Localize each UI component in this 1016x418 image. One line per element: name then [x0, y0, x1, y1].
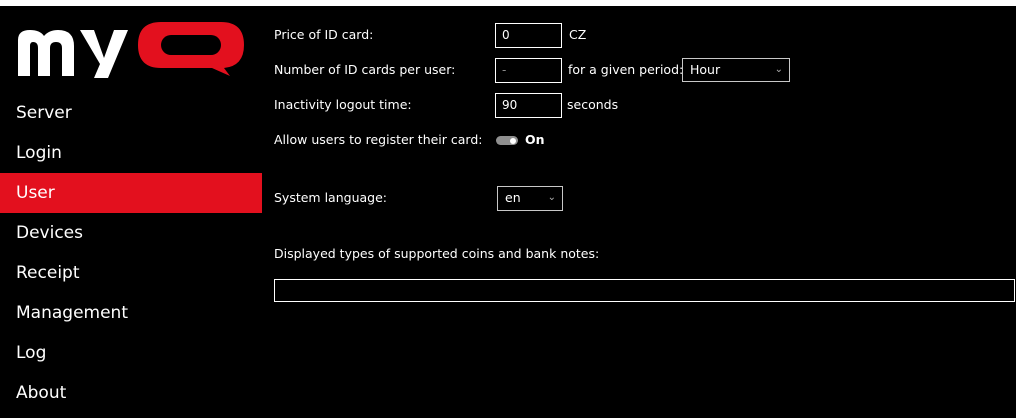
sidebar-item-user[interactable]: User — [0, 173, 262, 213]
coin-types-input[interactable] — [274, 279, 1015, 302]
coin-types-label: Displayed types of supported coins and b… — [274, 246, 600, 261]
system-language-select[interactable]: en ⌄ — [497, 186, 563, 211]
sidebar-item-management[interactable]: Management — [0, 293, 262, 333]
sidebar-item-about[interactable]: About — [0, 373, 262, 413]
chevron-down-icon: ⌄ — [774, 64, 783, 75]
price-id-card-row: Price of ID card: 0 CZ — [274, 23, 674, 48]
inactivity-logout-row: Inactivity logout time: 90 seconds — [274, 93, 674, 118]
app-window: Server Login User Devices Receipt Manage… — [0, 6, 1016, 418]
system-language-row: System language: en ⌄ — [274, 186, 674, 211]
period-select[interactable]: Hour ⌄ — [682, 58, 790, 82]
sidebar-item-login[interactable]: Login — [0, 133, 262, 173]
price-id-card-label: Price of ID card: — [274, 27, 374, 42]
sidebar: Server Login User Devices Receipt Manage… — [0, 6, 262, 418]
system-language-value: en — [505, 190, 521, 205]
id-cards-per-user-row: Number of ID cards per user: - for a giv… — [274, 58, 794, 83]
seconds-label: seconds — [567, 97, 619, 112]
sidebar-item-server[interactable]: Server — [0, 93, 262, 133]
period-label: for a given period: — [568, 62, 684, 77]
sidebar-item-log[interactable]: Log — [0, 333, 262, 373]
id-cards-per-user-label: Number of ID cards per user: — [274, 62, 456, 77]
price-id-card-input[interactable]: 0 — [495, 23, 562, 48]
register-card-toggle[interactable] — [496, 136, 518, 145]
coin-types-row: Displayed types of supported coins and b… — [274, 242, 874, 266]
toggle-knob — [510, 137, 516, 144]
myq-logo — [18, 22, 244, 78]
register-card-state: On — [525, 132, 545, 147]
currency-label: CZ — [569, 27, 587, 42]
sidebar-item-receipt[interactable]: Receipt — [0, 253, 262, 293]
system-language-label: System language: — [274, 190, 387, 205]
inactivity-logout-input[interactable]: 90 — [495, 93, 562, 118]
id-cards-per-user-input[interactable]: - — [495, 58, 562, 83]
user-settings-panel: Price of ID card: 0 CZ Number of ID card… — [274, 6, 1016, 418]
period-select-value: Hour — [690, 62, 721, 77]
register-card-label: Allow users to register their card: — [274, 132, 483, 147]
sidebar-item-devices[interactable]: Devices — [0, 213, 262, 253]
sidebar-nav: Server Login User Devices Receipt Manage… — [0, 93, 262, 413]
chevron-down-icon: ⌄ — [547, 192, 556, 203]
inactivity-logout-label: Inactivity logout time: — [274, 97, 412, 112]
register-card-row: Allow users to register their card: On — [274, 128, 674, 152]
